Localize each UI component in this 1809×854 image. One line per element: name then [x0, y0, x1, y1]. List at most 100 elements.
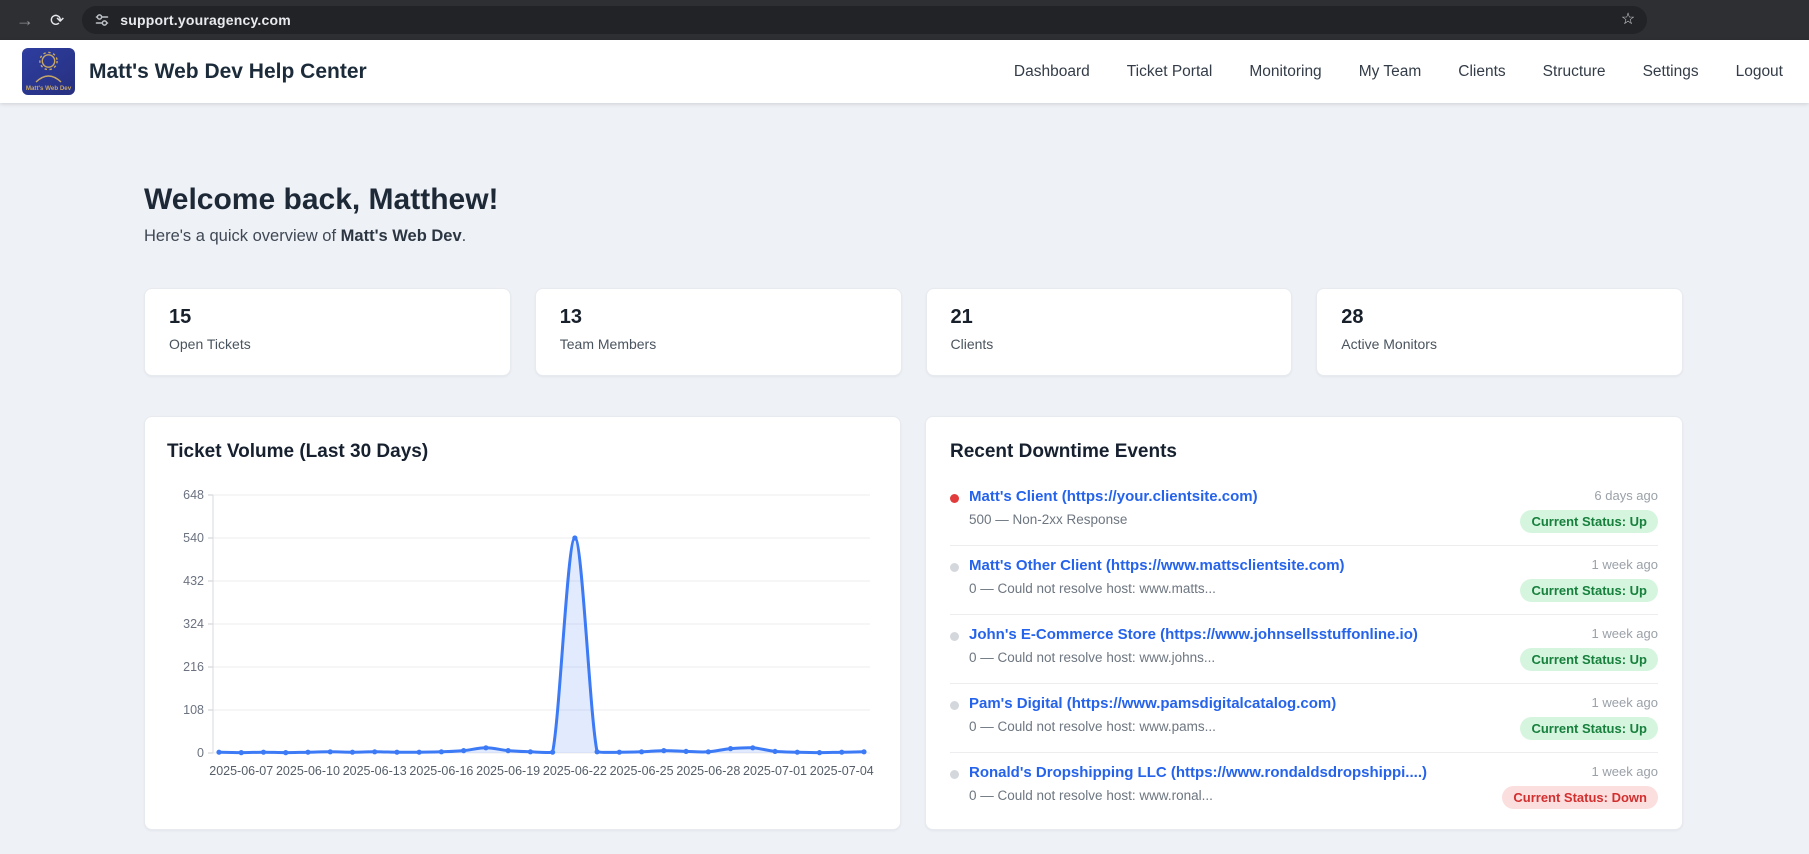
event-texts: John's E-Commerce Store (https://www.joh… — [969, 626, 1418, 665]
event-timestamp: 1 week ago — [1591, 557, 1659, 572]
event-status-badge: Current Status: Up — [1520, 717, 1658, 740]
downtime-event-row: Matt's Client (https://your.clientsite.c… — [950, 477, 1658, 545]
event-site-link[interactable]: Pam's Digital (https://www.pamsdigitalca… — [969, 695, 1336, 712]
stat-card-team-members: 13 Team Members — [534, 288, 902, 376]
svg-text:2025-06-22: 2025-06-22 — [543, 764, 607, 778]
welcome-subtitle: Here's a quick overview of Matt's Web De… — [144, 227, 1683, 246]
svg-text:540: 540 — [183, 531, 204, 545]
stat-card-active-monitors: 28 Active Monitors — [1316, 288, 1683, 376]
event-timestamp: 6 days ago — [1594, 488, 1658, 503]
event-error-message: 0 — Could not resolve host: www.pams... — [969, 719, 1216, 734]
event-status-dot-icon — [950, 701, 959, 710]
nav-item-my-team[interactable]: My Team — [1359, 63, 1422, 81]
event-right: 1 week ago Current Status: Up — [1520, 557, 1658, 602]
nav-item-settings[interactable]: Settings — [1643, 63, 1699, 81]
page-title: Matt's Web Dev Help Center — [89, 59, 367, 83]
event-site-link[interactable]: Matt's Other Client (https://www.mattscl… — [969, 557, 1345, 574]
stat-label: Open Tickets — [169, 336, 251, 352]
stat-label: Clients — [950, 336, 994, 352]
nav-item-ticket-portal[interactable]: Ticket Portal — [1127, 63, 1213, 81]
stats-row: 15 Open Tickets 13 Team Members 21 Clien… — [144, 288, 1683, 376]
event-left: Pam's Digital (https://www.pamsdigitalca… — [950, 695, 1336, 734]
url-text[interactable]: support.youragency.com — [120, 12, 291, 28]
event-right: 1 week ago Current Status: Down — [1502, 764, 1658, 809]
ticket-volume-panel: Ticket Volume (Last 30 Days) 0 108 216 324 4… — [144, 416, 901, 830]
stat-card-clients: 21 Clients — [925, 288, 1293, 376]
nav-item-dashboard[interactable]: Dashboard — [1014, 63, 1090, 81]
event-status-dot-icon — [950, 770, 959, 779]
welcome-subtitle-suffix: . — [461, 227, 467, 245]
event-left: Matt's Client (https://your.clientsite.c… — [950, 488, 1258, 527]
stat-label: Active Monitors — [1341, 336, 1437, 352]
svg-text:2025-07-04: 2025-07-04 — [810, 764, 874, 778]
event-timestamp: 1 week ago — [1591, 695, 1659, 710]
downtime-event-row: Ronald's Dropshipping LLC (https://www.r… — [950, 752, 1658, 821]
event-timestamp: 1 week ago — [1591, 764, 1659, 779]
welcome-section: Welcome back, Matthew! Here's a quick ov… — [144, 103, 1683, 246]
chart-title: Ticket Volume (Last 30 Days) — [167, 441, 429, 462]
event-texts: Matt's Other Client (https://www.mattscl… — [969, 557, 1345, 596]
app-header: Matt's Web Dev Matt's Web Dev Help Cente… — [0, 40, 1809, 103]
company-logo[interactable]: Matt's Web Dev — [22, 48, 75, 95]
event-texts: Ronald's Dropshipping LLC (https://www.r… — [969, 764, 1427, 803]
forward-arrow-icon[interactable]: → — [16, 11, 34, 29]
event-status-badge: Current Status: Up — [1520, 579, 1658, 602]
svg-text:2025-06-10: 2025-06-10 — [276, 764, 340, 778]
site-info-icon[interactable] — [94, 12, 110, 28]
svg-text:108: 108 — [183, 703, 204, 717]
downtime-event-row: Pam's Digital (https://www.pamsdigitalca… — [950, 683, 1658, 752]
reload-icon[interactable]: ⟳ — [50, 12, 64, 29]
event-right: 6 days ago Current Status: Up — [1520, 488, 1658, 533]
svg-text:2025-06-28: 2025-06-28 — [676, 764, 740, 778]
bookmark-star-icon[interactable]: ☆ — [1621, 12, 1635, 28]
welcome-subtitle-prefix: Here's a quick overview of — [144, 227, 341, 245]
event-site-link[interactable]: Matt's Client (https://your.clientsite.c… — [969, 488, 1258, 505]
svg-text:2025-06-13: 2025-06-13 — [343, 764, 407, 778]
events-title: Recent Downtime Events — [950, 441, 1177, 462]
event-site-link[interactable]: John's E-Commerce Store (https://www.joh… — [969, 626, 1418, 643]
nav-item-monitoring[interactable]: Monitoring — [1249, 63, 1321, 81]
event-texts: Matt's Client (https://your.clientsite.c… — [969, 488, 1258, 527]
stat-value: 21 — [950, 306, 973, 328]
svg-text:2025-06-16: 2025-06-16 — [409, 764, 473, 778]
main-nav: Dashboard Ticket Portal Monitoring My Te… — [1014, 63, 1787, 81]
event-texts: Pam's Digital (https://www.pamsdigitalca… — [969, 695, 1336, 734]
event-right: 1 week ago Current Status: Up — [1520, 626, 1658, 671]
event-status-badge: Current Status: Up — [1520, 510, 1658, 533]
welcome-heading: Welcome back, Matthew! — [144, 183, 499, 216]
svg-text:Matt's Web Dev: Matt's Web Dev — [26, 85, 72, 92]
downtime-events-list: Matt's Client (https://your.clientsite.c… — [950, 477, 1658, 821]
stat-card-open-tickets: 15 Open Tickets — [144, 288, 511, 376]
stat-value: 13 — [559, 306, 582, 328]
event-error-message: 500 — Non-2xx Response — [969, 512, 1128, 527]
svg-text:648: 648 — [183, 488, 204, 502]
event-status-dot-icon — [950, 494, 959, 503]
event-error-message: 0 — Could not resolve host: www.matts... — [969, 581, 1216, 596]
main-row: Ticket Volume (Last 30 Days) 0 108 216 324 4… — [144, 416, 1683, 830]
event-status-dot-icon — [950, 563, 959, 572]
event-left: John's E-Commerce Store (https://www.joh… — [950, 626, 1418, 665]
browser-toolbar: → ⟳ support.youragency.com ☆ — [0, 0, 1809, 40]
svg-text:2025-06-25: 2025-06-25 — [610, 764, 674, 778]
stat-value: 28 — [1341, 306, 1364, 328]
svg-text:324: 324 — [183, 617, 204, 631]
welcome-subtitle-brand: Matt's Web Dev — [340, 227, 462, 245]
event-timestamp: 1 week ago — [1591, 626, 1659, 641]
nav-item-clients[interactable]: Clients — [1458, 63, 1505, 81]
url-bar[interactable]: support.youragency.com ☆ — [82, 6, 1648, 34]
page-content: Welcome back, Matthew! Here's a quick ov… — [144, 103, 1683, 830]
event-left: Ronald's Dropshipping LLC (https://www.r… — [950, 764, 1427, 803]
svg-text:2025-07-01: 2025-07-01 — [743, 764, 807, 778]
event-site-link[interactable]: Ronald's Dropshipping LLC (https://www.r… — [969, 764, 1427, 781]
stat-value: 15 — [169, 306, 192, 328]
event-status-dot-icon — [950, 632, 959, 641]
nav-item-logout[interactable]: Logout — [1736, 63, 1783, 81]
svg-text:216: 216 — [183, 660, 204, 674]
ticket-volume-chart: 0 108 216 324 432 540 648 2025-06-07 2025-06-10 2… — [167, 473, 878, 796]
svg-text:432: 432 — [183, 574, 204, 588]
svg-text:0: 0 — [197, 746, 204, 760]
event-status-badge: Current Status: Down — [1502, 786, 1658, 809]
downtime-event-row: John's E-Commerce Store (https://www.joh… — [950, 614, 1658, 683]
event-right: 1 week ago Current Status: Up — [1520, 695, 1658, 740]
nav-item-structure[interactable]: Structure — [1543, 63, 1606, 81]
